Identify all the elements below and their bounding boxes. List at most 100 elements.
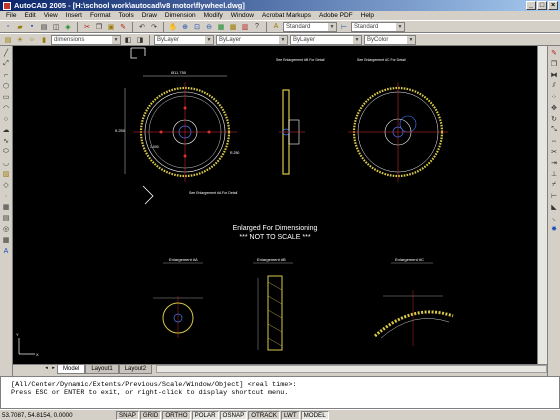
break-icon[interactable]: ⌿ (549, 180, 559, 190)
layer-select[interactable]: dimensions ▼ (51, 34, 121, 45)
publish-icon[interactable]: ◈ (63, 21, 73, 32)
properties-icon[interactable]: ▦ (216, 21, 226, 32)
hatch-icon[interactable]: ▦ (1, 202, 11, 212)
command-window[interactable]: [All/Center/Dynamic/Extents/Previous/Sca… (0, 376, 560, 409)
close-button[interactable]: × (548, 1, 558, 10)
vertical-scrollbar[interactable] (537, 46, 547, 364)
move-icon[interactable]: ✥ (549, 103, 559, 113)
stretch-icon[interactable]: ⇔ (549, 136, 559, 146)
pan-icon[interactable]: ✋ (168, 21, 178, 32)
lightbulb-icon[interactable]: ☀ (15, 34, 25, 45)
ellipse-icon[interactable]: ⬭ (1, 147, 11, 157)
menu-edit[interactable]: Edit (20, 12, 39, 19)
tool-palettes-icon[interactable]: ▥ (240, 21, 250, 32)
menu-window[interactable]: Window (227, 12, 258, 19)
menu-insert[interactable]: Insert (62, 12, 86, 19)
mirror-icon[interactable]: ⧓ (549, 70, 559, 80)
text-style-select[interactable]: Standard ▼ (283, 21, 337, 32)
make-block-icon[interactable]: ◇ (1, 180, 11, 190)
gradient-icon[interactable]: ▤ (1, 213, 11, 223)
menu-view[interactable]: View (40, 12, 62, 19)
snap-toggle[interactable]: SNAP (116, 410, 139, 420)
dim-style-icon[interactable]: ⊢ (339, 21, 349, 32)
open-folder-icon[interactable]: ▰ (15, 21, 25, 32)
paste-icon[interactable]: ▣ (106, 21, 116, 32)
undo-icon[interactable]: ↶ (137, 21, 147, 32)
help-icon[interactable]: ? (252, 21, 262, 32)
cut-icon[interactable]: ✂ (82, 21, 92, 32)
redo-icon[interactable]: ↷ (149, 21, 159, 32)
tab-layout2[interactable]: Layout2 (118, 365, 153, 374)
fillet-icon[interactable]: ◟ (549, 213, 559, 223)
layer-previous-icon[interactable]: ◨ (135, 34, 145, 45)
menu-file[interactable]: File (2, 12, 20, 19)
revision-cloud-icon[interactable]: ☁ (1, 125, 11, 135)
break-at-point-icon[interactable]: ⊥ (549, 169, 559, 179)
spline-icon[interactable]: ∿ (1, 136, 11, 146)
layer-manager-icon[interactable]: ▤ (3, 34, 13, 45)
horizontal-scrollbar[interactable] (156, 365, 547, 373)
tab-next-arrow-icon[interactable]: ▸ (50, 365, 57, 373)
line-icon[interactable]: ╱ (1, 48, 11, 58)
multiline-text-icon[interactable]: A (1, 246, 11, 256)
explode-icon[interactable]: ✸ (549, 224, 559, 234)
copy-object-icon[interactable]: ❐ (549, 59, 559, 69)
lwt-toggle[interactable]: LWT (281, 410, 300, 420)
print-preview-icon[interactable]: ◫ (51, 21, 61, 32)
join-icon[interactable]: ⊢ (549, 191, 559, 201)
menu-modify[interactable]: Modify (200, 12, 227, 19)
tab-model[interactable]: Model (57, 365, 86, 374)
rectangle-icon[interactable]: ▭ (1, 92, 11, 102)
zoom-window-icon[interactable]: ⊡ (192, 21, 202, 32)
table-icon[interactable]: ▦ (1, 235, 11, 245)
freeze-icon[interactable]: ☼ (27, 34, 37, 45)
copy-icon[interactable]: ❐ (94, 21, 104, 32)
designcenter-icon[interactable]: ▩ (228, 21, 238, 32)
maximize-button[interactable]: □ (537, 1, 547, 10)
array-icon[interactable]: ⁘ (549, 92, 559, 102)
lock-icon[interactable]: ▮ (39, 34, 49, 45)
minimize-button[interactable]: _ (526, 1, 536, 10)
menu-tools[interactable]: Tools (115, 12, 138, 19)
ellipse-arc-icon[interactable]: ◡ (1, 158, 11, 168)
drawing-canvas[interactable]: Ø11.750 9.250 See Enlargement #A For Det… (13, 46, 547, 364)
offset-icon[interactable]: ⫽ (549, 81, 559, 91)
arc-icon[interactable]: ◠ (1, 103, 11, 113)
menu-adobe-pdf[interactable]: Adobe PDF (315, 12, 357, 19)
linetype-select[interactable]: ByLayer ▼ (216, 34, 288, 45)
scale-icon[interactable]: ⤡ (549, 125, 559, 135)
zoom-previous-icon[interactable]: ⊖ (204, 21, 214, 32)
coordinate-readout[interactable]: 53.7087, 54.8154, 0.0000 (0, 412, 116, 419)
tab-layout1[interactable]: Layout1 (85, 365, 119, 374)
tab-first-arrow-icon[interactable]: ◂ (43, 365, 50, 373)
dim-style-select[interactable]: Standard ▼ (351, 21, 405, 32)
point-icon[interactable]: · (1, 191, 11, 201)
extend-icon[interactable]: ⇥ (549, 158, 559, 168)
erase-icon[interactable]: ✎ (549, 48, 559, 58)
circle-icon[interactable]: ○ (1, 114, 11, 124)
autocad-app-icon[interactable] (3, 1, 11, 10)
save-icon[interactable]: ▪ (27, 21, 37, 32)
match-properties-icon[interactable]: ✎ (118, 21, 128, 32)
otrack-toggle[interactable]: OTRACK (248, 410, 281, 420)
new-file-icon[interactable]: ▫ (3, 21, 13, 32)
rotate-icon[interactable]: ↻ (549, 114, 559, 124)
polar-toggle[interactable]: POLAR (191, 410, 219, 420)
polygon-icon[interactable]: ⬡ (1, 81, 11, 91)
polyline-icon[interactable]: ⌐ (1, 70, 11, 80)
menu-dimension[interactable]: Dimension (161, 12, 200, 19)
menu-acrobat-markups[interactable]: Acrobat Markups (258, 12, 315, 19)
plot-style-select[interactable]: ByColor ▼ (364, 34, 416, 45)
grid-toggle[interactable]: GRID (139, 410, 162, 420)
print-icon[interactable]: ▤ (39, 21, 49, 32)
osnap-toggle[interactable]: OSNAP (219, 410, 248, 420)
ortho-toggle[interactable]: ORTHO (162, 410, 191, 420)
text-style-icon[interactable]: A (271, 21, 281, 32)
zoom-realtime-icon[interactable]: ⊕ (180, 21, 190, 32)
construction-line-icon[interactable]: ⤢ (1, 59, 11, 69)
menu-help[interactable]: Help (357, 12, 378, 19)
trim-icon[interactable]: ✂ (549, 147, 559, 157)
chamfer-icon[interactable]: ◣ (549, 202, 559, 212)
menu-draw[interactable]: Draw (138, 12, 161, 19)
color-select[interactable]: ByLayer ▼ (154, 34, 214, 45)
